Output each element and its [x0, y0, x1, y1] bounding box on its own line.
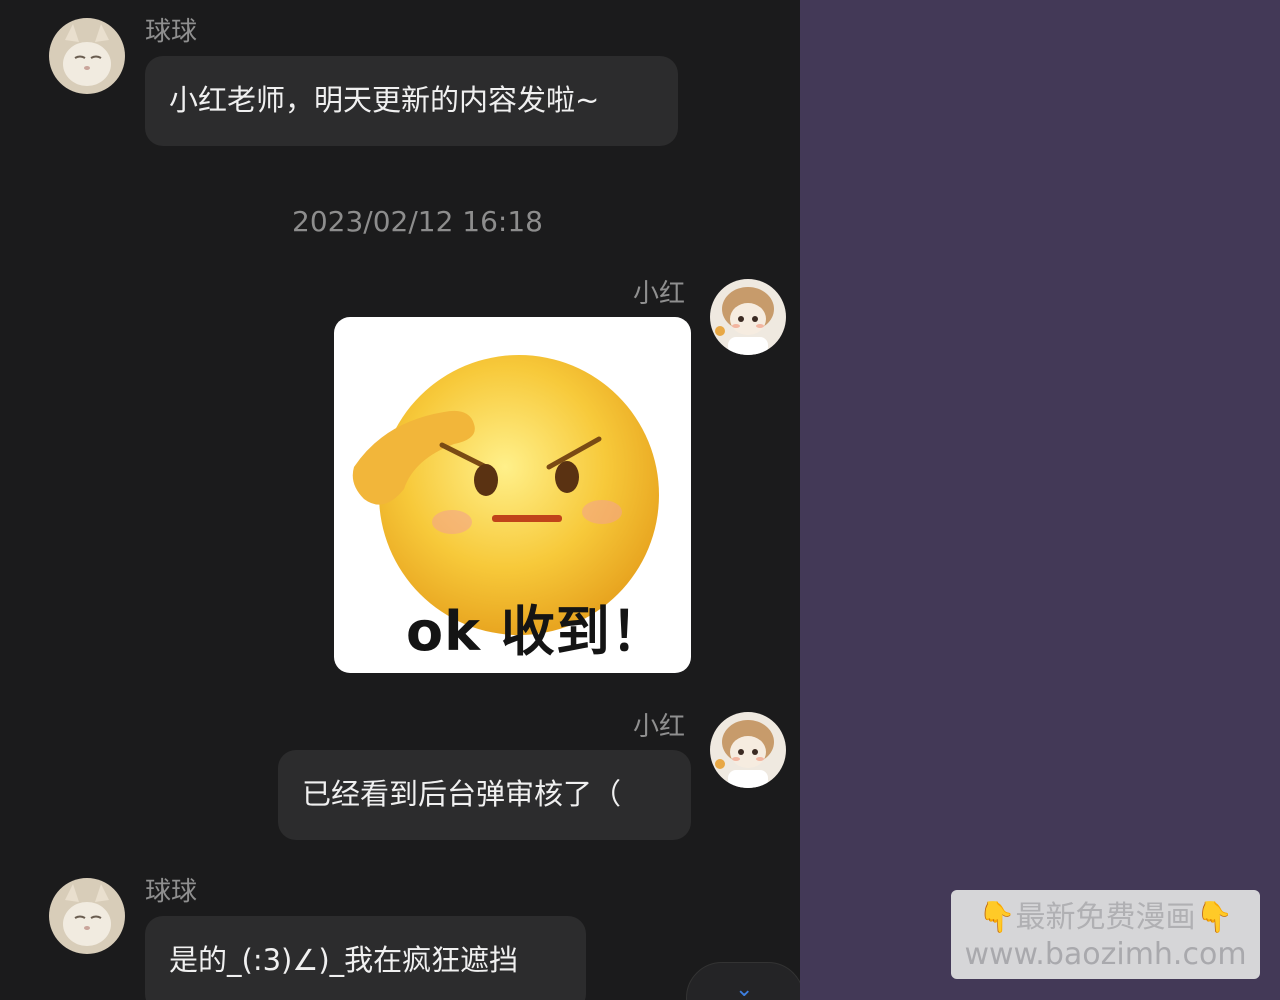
- cat-avatar-icon: [49, 878, 125, 954]
- watermark-title-row: 👇最新免费漫画👇: [951, 900, 1260, 936]
- cat-avatar-icon: [49, 18, 125, 94]
- message-bubble[interactable]: 是的_(:3)∠)_我在疯狂遮挡: [145, 916, 586, 1000]
- scroll-to-bottom-button[interactable]: ⌄: [686, 962, 800, 1000]
- watermark-title: 最新免费漫画: [1015, 900, 1196, 935]
- message-bubble[interactable]: 小红老师，明天更新的内容发啦~: [145, 56, 678, 146]
- chevron-down-icon: ⌄: [735, 977, 754, 1000]
- avatar-qiuqiu[interactable]: [49, 878, 125, 954]
- doll-avatar-icon: [710, 712, 786, 788]
- message-bubble[interactable]: 已经看到后台弹审核了（: [278, 750, 691, 840]
- avatar-xiaohong[interactable]: [710, 279, 786, 355]
- sender-name: 小红: [633, 279, 686, 309]
- watermark-url: www.baozimh.com: [964, 937, 1247, 972]
- message-timestamp: 2023/02/12 16:18: [292, 205, 543, 238]
- pointing-down-icon: 👇: [978, 900, 1016, 935]
- pointing-down-icon: 👇: [1195, 900, 1233, 935]
- chat-panel: 球球 小红老师，明天更新的内容发啦~ 2023/02/12 16:18 小红 o…: [0, 0, 800, 1000]
- doll-avatar-icon: [710, 279, 786, 355]
- watermark: 👇最新免费漫画👇 www.baozimh.com: [951, 890, 1260, 979]
- avatar-qiuqiu[interactable]: [49, 18, 125, 94]
- sticker-caption: ok 收到！: [406, 600, 666, 663]
- sender-name: 球球: [145, 17, 198, 47]
- sender-name: 球球: [145, 877, 198, 907]
- sticker-message[interactable]: ok 收到！: [334, 317, 691, 673]
- sender-name: 小红: [633, 712, 686, 742]
- avatar-xiaohong[interactable]: [710, 712, 786, 788]
